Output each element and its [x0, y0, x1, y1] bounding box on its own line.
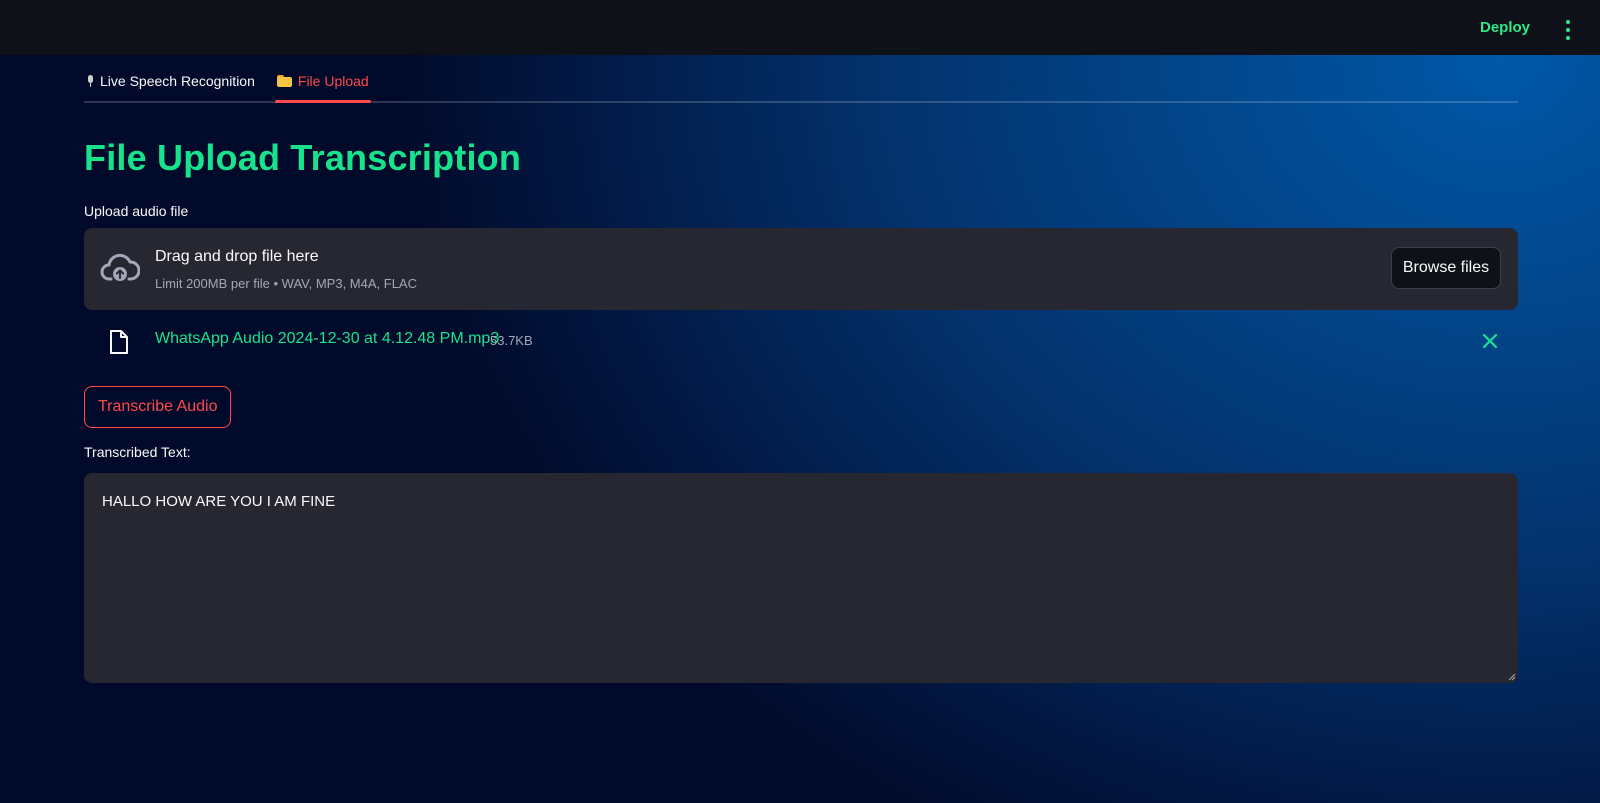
transcribed-text-label: Transcribed Text: — [84, 444, 191, 460]
file-icon — [110, 330, 128, 354]
tab-label: File Upload — [297, 73, 369, 89]
dropzone-limit-text: Limit 200MB per file • WAV, MP3, M4A, FL… — [155, 276, 417, 291]
tab-file-upload[interactable]: File Upload — [274, 59, 371, 103]
main-content: Live Speech Recognition File Upload File… — [84, 55, 1518, 683]
microphone-icon — [86, 75, 94, 87]
uploaded-file-size: 53.7KB — [490, 333, 533, 348]
deploy-button[interactable]: Deploy — [1480, 19, 1530, 36]
tab-live-speech-recognition[interactable]: Live Speech Recognition — [84, 59, 257, 103]
tab-label: Live Speech Recognition — [100, 73, 255, 89]
uploaded-file-row: WhatsApp Audio 2024-12-30 at 4.12.48 PM.… — [84, 319, 1518, 363]
uploaded-file-name: WhatsApp Audio 2024-12-30 at 4.12.48 PM.… — [155, 330, 500, 347]
tab-bar: Live Speech Recognition File Upload — [84, 55, 1518, 103]
upload-label: Upload audio file — [84, 203, 189, 219]
browse-files-button[interactable]: Browse files — [1391, 247, 1501, 289]
kebab-menu-icon[interactable] — [1563, 20, 1573, 40]
page-title: File Upload Transcription — [84, 137, 522, 178]
cloud-upload-icon — [100, 253, 140, 281]
close-icon[interactable] — [1480, 331, 1500, 351]
transcribed-text-value: HALLO HOW ARE YOU I AM FINE — [102, 493, 336, 510]
file-dropzone[interactable]: Drag and drop file here Limit 200MB per … — [84, 228, 1518, 310]
transcribed-text-area[interactable]: HALLO HOW ARE YOU I AM FINE — [84, 473, 1518, 683]
dropzone-title: Drag and drop file here — [155, 248, 319, 265]
folder-icon — [276, 75, 292, 87]
resize-handle-icon[interactable] — [1508, 673, 1516, 681]
transcribe-audio-button[interactable]: Transcribe Audio — [84, 386, 232, 428]
top-header: Deploy — [0, 0, 1600, 55]
